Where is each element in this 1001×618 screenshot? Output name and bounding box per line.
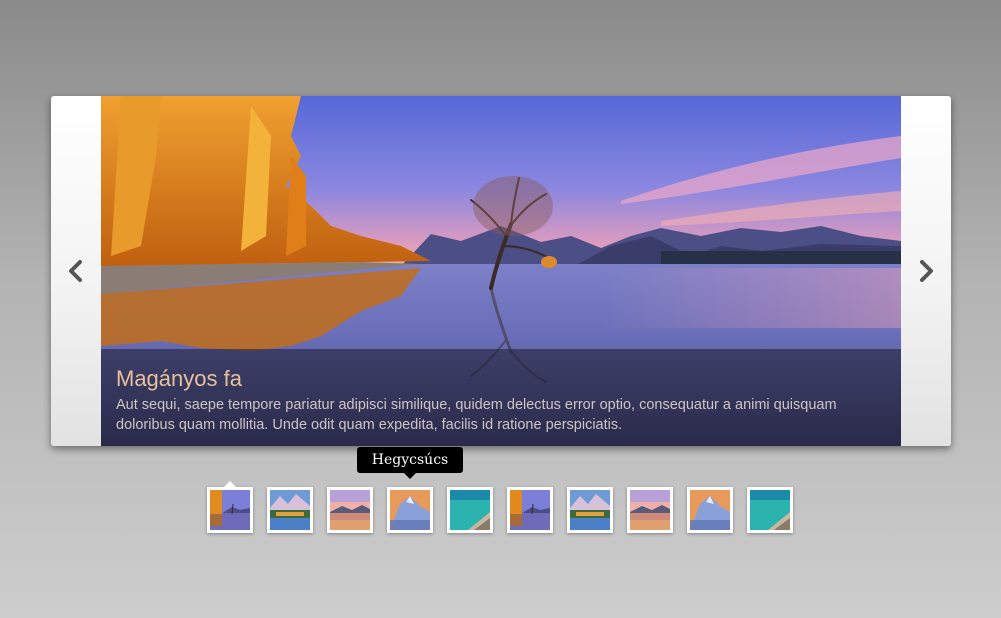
- slide-image: Magányos fa Aut sequi, saepe tempore par…: [101, 96, 901, 446]
- thumbnail-mountain-lake[interactable]: [567, 487, 613, 533]
- thumbnail-mountain-peak[interactable]: [387, 487, 433, 533]
- thumbnail-lonely-tree[interactable]: [507, 487, 553, 533]
- thumbnail-image: [450, 490, 490, 530]
- thumbnail-image: [750, 490, 790, 530]
- thumbnail-image: [330, 490, 370, 530]
- thumbnail-sunset-lake[interactable]: [627, 487, 673, 533]
- chevron-left-icon: [69, 260, 82, 282]
- slide-title: Magányos fa: [116, 366, 242, 391]
- thumbnail-mountain-lake[interactable]: [267, 487, 313, 533]
- thumbnail-lonely-tree[interactable]: [207, 481, 253, 533]
- slide-description: Aut sequi, saepe tempore pariatur adipis…: [116, 397, 837, 433]
- next-slide-button[interactable]: [901, 96, 951, 446]
- thumbnail-image: [690, 490, 730, 530]
- prev-slide-button[interactable]: [51, 96, 101, 446]
- chevron-right-icon: [920, 260, 933, 282]
- thumbnail-image: [570, 490, 610, 530]
- thumbnail-image: [510, 490, 550, 530]
- thumbnail-turquoise-coast[interactable]: [747, 487, 793, 533]
- thumbnail-mountain-peak[interactable]: [687, 487, 733, 533]
- slide-caption: Magányos fa Aut sequi, saepe tempore par…: [101, 349, 901, 446]
- thumbnail-image: [210, 490, 250, 530]
- thumbnail-image: [390, 490, 430, 530]
- thumbnail-tooltip: Hegycsúcs: [357, 447, 463, 479]
- image-slider: Magányos fa Aut sequi, saepe tempore par…: [51, 96, 951, 446]
- thumbnail-sunset-lake[interactable]: [327, 487, 373, 533]
- thumbnail-image: [270, 490, 310, 530]
- thumbnail-image: [630, 490, 670, 530]
- thumbnail-turquoise-coast[interactable]: [447, 487, 493, 533]
